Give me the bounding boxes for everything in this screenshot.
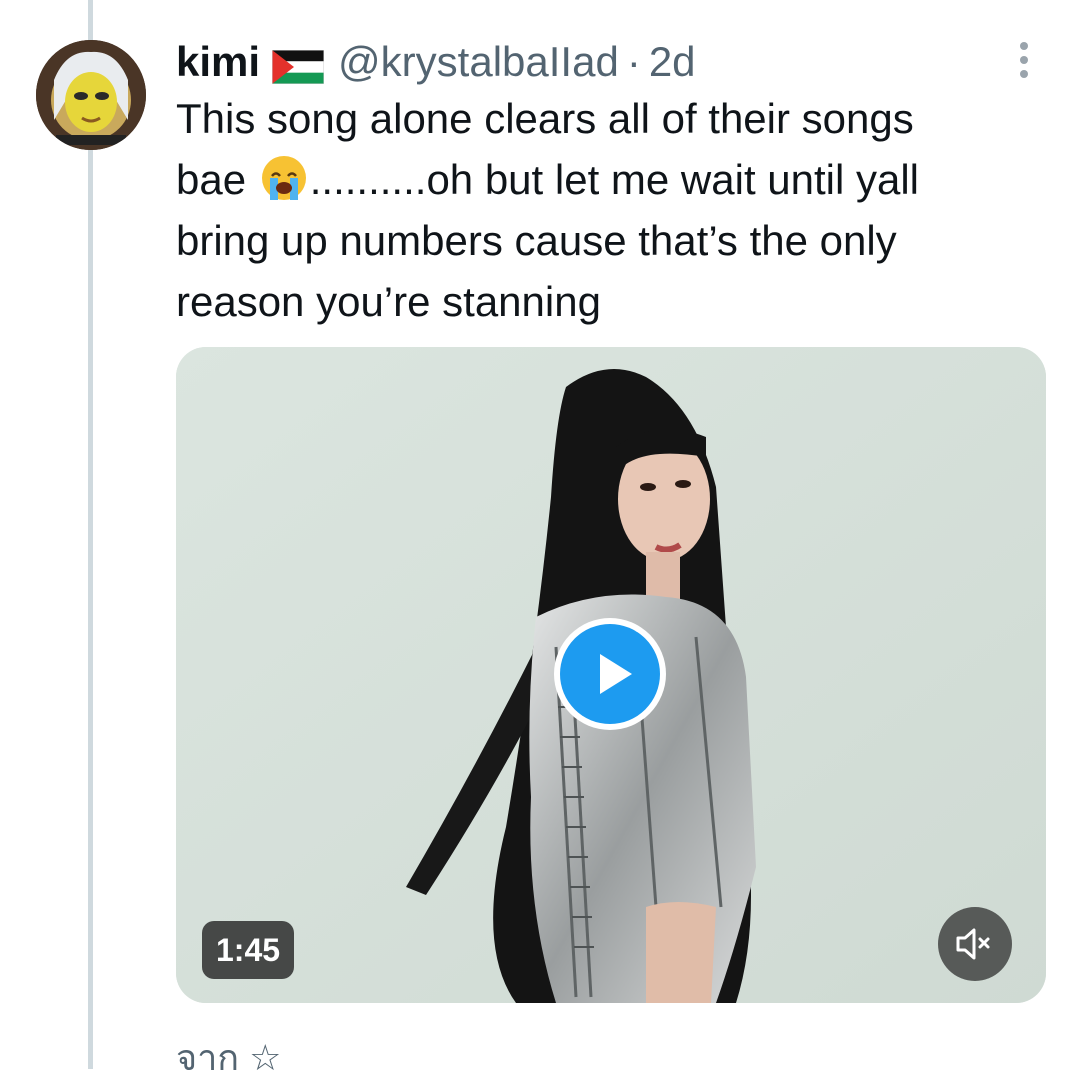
more-dot-icon bbox=[1020, 56, 1028, 64]
display-name[interactable]: kimi bbox=[176, 38, 260, 86]
avatar[interactable] bbox=[36, 40, 146, 150]
avatar-image bbox=[36, 40, 146, 150]
video-duration-badge: 1:45 bbox=[202, 921, 295, 979]
tweet-text-line: reason you’re stanning bbox=[176, 278, 601, 325]
thread-line bbox=[88, 0, 93, 1069]
video-player[interactable]: 1:45 bbox=[176, 347, 1046, 1003]
more-dot-icon bbox=[1020, 70, 1028, 78]
play-button[interactable] bbox=[554, 618, 666, 730]
palestine-flag-icon bbox=[271, 46, 325, 85]
tweet-text-line: This song alone clears all of their song… bbox=[176, 95, 914, 142]
tweet-text-line: bae ..........oh but let me wait until y… bbox=[176, 149, 1016, 210]
tweet-header: kimi @krystalbaIIad · 2d bbox=[176, 38, 696, 86]
timestamp[interactable]: 2d bbox=[649, 38, 696, 86]
tweet-text-line: bring up numbers cause that’s the only bbox=[176, 217, 897, 264]
mute-button[interactable] bbox=[938, 907, 1012, 981]
more-options-button[interactable] bbox=[1006, 40, 1042, 80]
muted-speaker-icon bbox=[956, 928, 990, 960]
translate-post-link[interactable]: จาก ☆ bbox=[176, 1036, 281, 1080]
loudly-crying-face-icon bbox=[260, 154, 308, 202]
more-dot-icon bbox=[1020, 42, 1028, 50]
user-handle[interactable]: @krystalbaIIad bbox=[338, 38, 619, 86]
tweet-text: This song alone clears all of their song… bbox=[176, 88, 1016, 332]
tweet-text-word: bae bbox=[176, 156, 247, 203]
play-icon bbox=[560, 624, 660, 724]
separator-dot: · bbox=[626, 38, 641, 85]
tweet-text-segment: ..........oh but let me wait until yall bbox=[309, 156, 920, 203]
